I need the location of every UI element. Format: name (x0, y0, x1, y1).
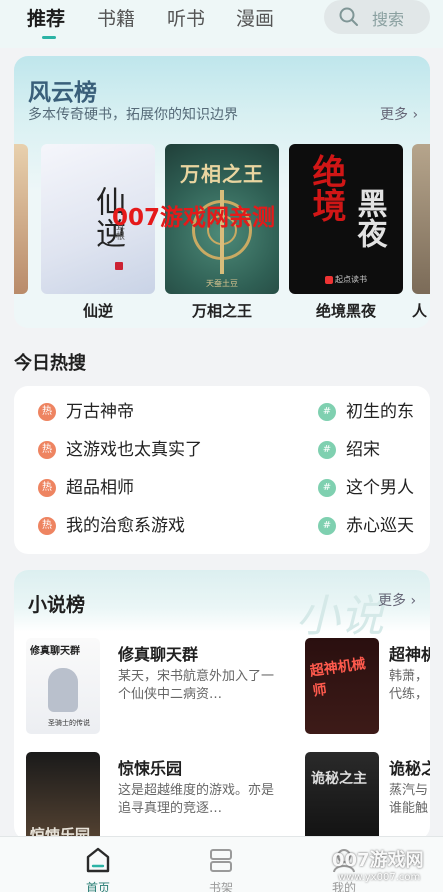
hot-badge: 热 (38, 403, 56, 421)
hot-item[interactable]: 热 超品相师 (38, 476, 268, 500)
tab-audiobooks[interactable]: 听书 (167, 4, 205, 31)
hot-item-text: 初生的东 (346, 402, 414, 422)
search-box[interactable]: 搜索 (324, 0, 430, 34)
fengyun-ranking-card: 风云榜 多本传奇硬书，拓展你的知识边界 更多 › 仙逆 耳根 仙逆 万相之王 天… (14, 56, 430, 328)
cover-publisher: 起点读书 (325, 274, 367, 285)
hot-search-card: 热 万古神帝 热 这游戏也太真实了 热 超品相师 热 我的治愈系游戏 # 初生的… (14, 386, 430, 554)
book-card-wanxiang[interactable]: 万相之王 天蚕土豆 万相之王 (165, 144, 279, 321)
book-cover: 绝境 黑夜 起点读书 (289, 144, 403, 294)
bookshelf-icon (210, 849, 232, 872)
hot-search-title: 今日热搜 (14, 353, 86, 374)
book-title: 万相之王 (191, 302, 252, 320)
chevron-right-icon: › (412, 107, 419, 123)
hot-item-text: 这个男人 (346, 478, 414, 498)
tab-books[interactable]: 书籍 (97, 4, 135, 31)
top-tab-bar: 推荐 书籍 听书 漫画 搜索 (0, 0, 443, 48)
tab-recommend[interactable]: 推荐 (27, 4, 65, 31)
nav-bookshelf[interactable]: 书架 (191, 843, 251, 892)
book-title: 人 (412, 302, 428, 320)
hot-item-text: 这游戏也太真实了 (66, 440, 202, 460)
publisher-logo-icon (325, 275, 333, 284)
novel-item[interactable]: 惊悚乐园 惊悚乐园 这是超越维度的游戏。亦是追寻真理的竞逐… (26, 752, 306, 840)
fengyun-title: 风云榜 (28, 80, 97, 106)
search-label: 搜索 (372, 10, 405, 29)
hot-badge: 热 (38, 517, 56, 535)
trend-badge: # (318, 441, 336, 459)
novel-title: 诡秘之 (389, 759, 430, 778)
novel-title: 超神机 (389, 645, 430, 664)
cover-figure (48, 668, 78, 712)
hot-item[interactable]: # 这个男人 (318, 476, 430, 500)
book-card-juejing[interactable]: 绝境 黑夜 起点读书 绝境黑夜 (289, 144, 403, 321)
novel-deco-text: 小说 (296, 591, 384, 642)
site-watermark-name: 007游戏网 (332, 850, 424, 871)
more-label: 更多 (378, 593, 406, 609)
novel-item[interactable]: 修真聊天群 圣骑士的传说 修真聊天群 某天，宋书航意外加入了一个仙侠中二病资… (26, 638, 306, 736)
hot-badge: 热 (38, 479, 56, 497)
trend-badge: # (318, 517, 336, 535)
more-label: 更多 (380, 107, 408, 123)
cover-title: 超神机械师 (308, 656, 367, 700)
novel-cover: 诡秘之主 (305, 752, 379, 840)
novel-title: 惊悚乐园 (118, 759, 183, 778)
hot-item-text: 绍宋 (346, 440, 380, 460)
novel-cover: 惊悚乐园 (26, 752, 100, 840)
fengyun-more-link[interactable]: 更多 › (380, 104, 418, 124)
nav-label: 首页 (85, 881, 110, 892)
hot-item[interactable]: 热 这游戏也太真实了 (38, 438, 268, 462)
cover-author: 天蚕土豆 (206, 279, 238, 288)
hot-item-text: 超品相师 (66, 478, 134, 498)
book-cover (14, 144, 28, 294)
hot-item-text: 赤心巡天 (346, 516, 414, 536)
book-card-partial[interactable]: 人 (412, 144, 430, 321)
cover-title: 修真聊天群 (30, 646, 80, 657)
nav-label: 书架 (208, 881, 233, 892)
novel-ranking-title: 小说榜 (28, 594, 86, 616)
trend-badge: # (318, 479, 336, 497)
hot-item[interactable]: 热 万古神帝 (38, 400, 268, 424)
hot-item-text: 我的治愈系游戏 (66, 516, 185, 536)
novel-ranking-card: 小说 小说榜 更多 › 修真聊天群 圣骑士的传说 修真聊天群 某天，宋书航意外加… (14, 570, 430, 840)
book-card[interactable] (14, 144, 28, 294)
hot-item[interactable]: 热 我的治愈系游戏 (38, 514, 268, 538)
hot-badge: 热 (38, 441, 56, 459)
cover-title: 万相之王 (180, 162, 264, 186)
novel-description: 蒸汽与谁能触 (389, 783, 429, 816)
novel-more-link[interactable]: 更多 › (378, 590, 416, 610)
book-title: 仙逆 (82, 302, 113, 320)
trend-badge: # (318, 403, 336, 421)
fengyun-subtitle: 多本传奇硬书，拓展你的知识边界 (28, 107, 238, 123)
novel-title: 修真聊天群 (118, 645, 199, 664)
cover-subtitle: 圣骑士的传说 (48, 719, 90, 727)
seal-mark (115, 262, 123, 270)
novel-cover: 修真聊天群 圣骑士的传说 (26, 638, 100, 734)
home-icon (86, 847, 110, 873)
novel-item[interactable]: 超神机械师 超神机 韩萧，代练， (305, 638, 430, 736)
novel-description: 某天，宋书航意外加入了一个仙侠中二病资… (118, 669, 275, 702)
watermark-text: 007游戏网亲测 (112, 205, 276, 231)
cover-title-red: 绝境 (306, 154, 346, 222)
cover-title: 诡秘之主 (311, 771, 367, 787)
search-icon (339, 7, 358, 26)
active-tab-indicator (42, 36, 56, 39)
hot-item-text: 万古神帝 (66, 402, 134, 422)
hot-item[interactable]: # 初生的东 (318, 400, 430, 424)
site-watermark-url: www.yx007.com (338, 872, 421, 883)
tab-comics[interactable]: 漫画 (236, 4, 274, 31)
cover-title-white: 黑夜 (351, 188, 387, 248)
novel-cover: 超神机械师 (305, 638, 379, 734)
novel-description: 韩萧，代练， (389, 669, 429, 702)
nav-home[interactable]: 首页 (68, 843, 128, 892)
book-cover (412, 144, 430, 294)
hot-item[interactable]: # 赤心巡天 (318, 514, 430, 538)
book-title: 绝境黑夜 (315, 302, 376, 320)
novel-ranking-header: 小说 小说榜 更多 › (14, 570, 430, 642)
novel-item[interactable]: 诡秘之主 诡秘之 蒸汽与谁能触 (305, 752, 430, 840)
chevron-right-icon: › (410, 593, 417, 609)
novel-description: 这是超越维度的游戏。亦是追寻真理的竞逐… (118, 783, 275, 816)
fengyun-book-row: 仙逆 耳根 仙逆 万相之王 天蚕土豆 万相之王 绝境 黑夜 起点读书 绝境黑夜 … (14, 144, 430, 320)
site-watermark: 007游戏网 www.yx007.com (332, 846, 432, 886)
book-card-xianni[interactable]: 仙逆 耳根 仙逆 (41, 144, 155, 321)
hot-item[interactable]: # 绍宋 (318, 438, 430, 462)
